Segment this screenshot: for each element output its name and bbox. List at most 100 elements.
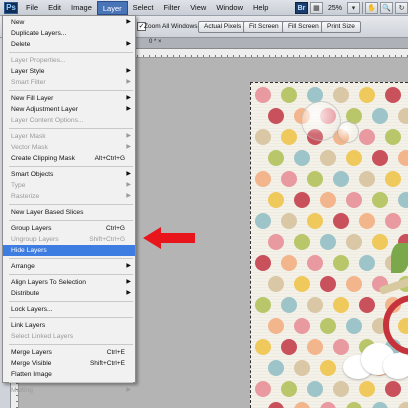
polka-dot	[255, 87, 271, 103]
menu-item-new[interactable]: New ▶	[3, 17, 135, 28]
menu-view[interactable]: View	[185, 1, 211, 15]
menu-item-duplicate-layers[interactable]: Duplicate Layers...	[3, 28, 135, 39]
menu-separator	[9, 317, 133, 318]
menu-item-smart-objects[interactable]: Smart Objects ▶	[3, 169, 135, 180]
menu-layer[interactable]: Layer	[96, 0, 128, 15]
menu-item-label: Layer Mask	[11, 133, 46, 140]
menu-image[interactable]: Image	[66, 1, 97, 15]
menu-item-hide-layers[interactable]: Hide Layers	[3, 245, 135, 256]
menu-item-merge-layers[interactable]: Merge Layers Ctrl+E	[3, 347, 135, 358]
menu-item-rasterize[interactable]: Rasterize ▶	[3, 191, 135, 202]
print-size-button[interactable]: Print Size	[321, 21, 361, 33]
menu-file[interactable]: File	[21, 1, 43, 15]
menu-window[interactable]: Window	[211, 1, 248, 15]
polka-dot	[333, 297, 349, 313]
hand-tool-icon[interactable]: ✋	[365, 2, 378, 14]
polka-dot	[281, 255, 297, 271]
menu-item-label: Matting	[11, 387, 33, 394]
polka-dot	[346, 192, 362, 208]
menu-item-label: Delete	[11, 41, 31, 48]
polka-dot	[281, 171, 297, 187]
menu-item-new-adjustment-layer[interactable]: New Adjustment Layer ▶	[3, 104, 135, 115]
menu-item-label: Distribute	[11, 290, 40, 297]
menu-item-delete[interactable]: Delete ▶	[3, 39, 135, 50]
leaf-embellishment	[391, 243, 408, 273]
menu-item-flatten-image[interactable]: Flatten Image	[3, 369, 135, 380]
fill-screen-button[interactable]: Fill Screen	[282, 21, 325, 33]
polka-dot	[255, 171, 271, 187]
menu-item-layer-style[interactable]: Layer Style ▶	[3, 66, 135, 77]
document-canvas[interactable]	[250, 82, 408, 408]
bridge-icon[interactable]: Br	[294, 2, 308, 14]
polka-dot	[255, 339, 271, 355]
menu-filter[interactable]: Filter	[159, 1, 186, 15]
polka-dot	[333, 213, 349, 229]
polka-dot	[385, 87, 401, 103]
submenu-arrow-icon: ▶	[126, 68, 131, 74]
menu-item-ungroup-layers[interactable]: Ungroup Layers Shift+Ctrl+G	[3, 234, 135, 245]
submenu-arrow-icon: ▶	[126, 133, 131, 139]
menu-edit[interactable]: Edit	[43, 1, 66, 15]
polka-dot	[281, 297, 297, 313]
polka-dot	[268, 150, 284, 166]
polka-dot	[294, 234, 310, 250]
menu-item-label: Rasterize	[11, 193, 40, 200]
zoom-dropdown-icon[interactable]: ▾	[347, 2, 360, 14]
menu-item-align-layers-to-selection[interactable]: Align Layers To Selection ▶	[3, 277, 135, 288]
polka-dot	[320, 192, 336, 208]
menu-select[interactable]: Select	[128, 1, 159, 15]
menu-item-label: Create Clipping Mask	[11, 155, 75, 162]
polka-dot	[320, 360, 336, 376]
polka-dot	[255, 297, 271, 313]
submenu-arrow-icon: ▶	[126, 193, 131, 199]
document-tab-label: 0 * ×	[149, 39, 162, 45]
menu-item-label: New Layer Based Slices	[11, 209, 84, 216]
polka-dot	[385, 381, 401, 397]
menu-item-label: New Fill Layer	[11, 95, 54, 102]
menu-item-new-layer-based-slices[interactable]: New Layer Based Slices	[3, 207, 135, 218]
menubar: Ps File Edit Image Layer Select Filter View Win…	[0, 0, 408, 16]
menu-item-layer-properties[interactable]: Layer Properties...	[3, 55, 135, 66]
menu-item-group-layers[interactable]: Group Layers Ctrl+G	[3, 223, 135, 234]
polka-dot	[294, 318, 310, 334]
polka-dot	[346, 276, 362, 292]
fit-screen-button[interactable]: Fit Screen	[243, 21, 285, 33]
menu-item-merge-visible[interactable]: Merge Visible Shift+Ctrl+E	[3, 358, 135, 369]
menu-item-label: Vector Mask	[11, 144, 48, 151]
menu-item-vector-mask[interactable]: Vector Mask ▶	[3, 142, 135, 153]
menu-item-layer-mask[interactable]: Layer Mask ▶	[3, 131, 135, 142]
polka-dot	[294, 150, 310, 166]
menu-item-link-layers[interactable]: Link Layers	[3, 320, 135, 331]
menu-item-label: Duplicate Layers...	[11, 30, 67, 37]
menu-separator	[9, 204, 133, 205]
menu-item-matting[interactable]: Matting ▶	[3, 385, 135, 396]
polka-dot	[385, 213, 401, 229]
menu-item-lock-layers[interactable]: Lock Layers...	[3, 304, 135, 315]
submenu-arrow-icon: ▶	[126, 290, 131, 296]
menu-item-select-linked-layers[interactable]: Select Linked Layers	[3, 331, 135, 342]
application-bar-controls: Br ▦ 25% ▾ ✋ 🔍 ↻	[294, 0, 408, 16]
polka-dot	[359, 213, 375, 229]
menu-item-label: Flatten Image	[11, 371, 52, 378]
menu-item-label: Smart Objects	[11, 171, 54, 178]
menu-item-layer-content-options[interactable]: Layer Content Options...	[3, 115, 135, 126]
menu-separator	[9, 128, 133, 129]
polka-dot	[398, 108, 408, 124]
zoom-level[interactable]: 25%	[325, 5, 345, 12]
menu-item-new-fill-layer[interactable]: New Fill Layer ▶	[3, 93, 135, 104]
menu-item-arrange[interactable]: Arrange ▶	[3, 261, 135, 272]
polka-dot	[346, 150, 362, 166]
rotate-view-icon[interactable]: ↻	[395, 2, 408, 14]
polka-dot	[398, 150, 408, 166]
cloud-embellishment	[343, 341, 408, 381]
view-extras-icon[interactable]: ▦	[309, 2, 323, 14]
polka-dot	[359, 381, 375, 397]
actual-pixels-button[interactable]: Actual Pixels	[198, 21, 248, 33]
menu-item-smart-filter[interactable]: Smart Filter ▶	[3, 77, 135, 88]
zoom-tool-icon[interactable]: 🔍	[380, 2, 393, 14]
menu-item-type[interactable]: Type ▶	[3, 180, 135, 191]
polka-dot	[359, 255, 375, 271]
menu-help[interactable]: Help	[248, 1, 273, 15]
menu-item-create-clipping-mask[interactable]: Create Clipping Mask Alt+Ctrl+G	[3, 153, 135, 164]
menu-item-distribute[interactable]: Distribute ▶	[3, 288, 135, 299]
